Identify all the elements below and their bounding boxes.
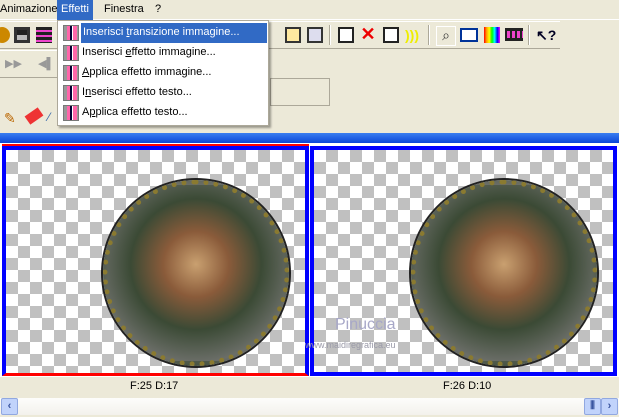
separator <box>428 25 430 45</box>
filmstrip-icon[interactable] <box>505 28 523 41</box>
menu-item-label: Inserisci effetto immagine... <box>82 46 216 58</box>
playback-toolbar: ▶▶ ◀▌ <box>0 50 60 78</box>
menu-item-label: Applica effetto testo... <box>82 106 188 118</box>
menu-effetti[interactable]: Effetti <box>57 0 93 20</box>
document-title-bar <box>0 133 619 143</box>
text-effect-icon <box>63 85 79 101</box>
animation-wizard-icon[interactable]: ))) <box>405 27 421 43</box>
info-panel <box>270 78 330 106</box>
apply-text-effect-icon <box>63 105 79 121</box>
menu-item-applica-effetto-testo[interactable]: Applica effetto testo... <box>60 103 266 123</box>
save-icon[interactable] <box>14 27 30 43</box>
frame-label: F:25 D:17 <box>130 380 179 392</box>
save-frames-icon[interactable] <box>36 27 52 43</box>
separator <box>528 25 530 45</box>
tools-toolbar: ✎ ⁄ <box>0 105 60 133</box>
menu-help[interactable]: ? <box>155 3 161 15</box>
menu-animazione[interactable]: Animazione <box>0 3 57 15</box>
fast-forward-icon[interactable]: ▶▶ <box>5 57 22 73</box>
separator <box>329 25 331 45</box>
insert-frame-icon[interactable] <box>383 27 399 43</box>
watermark-url: www.maidiregrafica.eu <box>305 340 396 350</box>
menu-item-inserisci-transizione[interactable]: Inserisci transizione immagine... <box>60 23 267 43</box>
horizontal-scrollbar[interactable]: ‹ ⦀ › <box>0 398 619 415</box>
context-help-icon[interactable]: ↖? <box>536 27 556 43</box>
scroll-thumb[interactable]: ⦀ <box>584 398 601 415</box>
duplicate-icon[interactable] <box>338 27 354 43</box>
effetti-dropdown-menu: Inserisci transizione immagine... Inseri… <box>57 20 269 126</box>
frame-properties-icon[interactable] <box>460 28 478 42</box>
menu-finestra[interactable]: Finestra <box>104 3 144 15</box>
frame-label: F:26 D:10 <box>443 380 492 392</box>
ornament-image <box>103 180 289 366</box>
brush-icon[interactable]: ✎ <box>4 110 20 126</box>
menu-item-inserisci-effetto-testo[interactable]: Inserisci effetto testo... <box>60 83 266 103</box>
eraser-icon[interactable] <box>24 107 44 125</box>
menu-item-label: Applica effetto immagine... <box>82 66 212 78</box>
delete-frame-icon[interactable]: ✕ <box>360 25 376 43</box>
menu-bar: Animazione Effetti Finestra ? <box>0 0 619 20</box>
scroll-right-button[interactable]: › <box>601 398 618 415</box>
menu-item-inserisci-effetto-immagine[interactable]: Inserisci effetto immagine... <box>60 43 266 63</box>
watermark-name: Pinuccia <box>335 316 396 333</box>
refresh-icon[interactable] <box>0 27 10 43</box>
menu-item-applica-effetto-immagine[interactable]: Applica effetto immagine... <box>60 63 266 83</box>
step-back-icon[interactable]: ◀▌ <box>38 57 54 73</box>
palette-icon[interactable] <box>484 27 500 43</box>
apply-image-effect-icon <box>63 65 79 81</box>
image-effect-icon <box>63 45 79 61</box>
menu-item-label: Inserisci effetto testo... <box>82 86 192 98</box>
frame-25[interactable] <box>2 146 309 376</box>
paste-special-icon[interactable] <box>307 27 323 43</box>
paste-icon[interactable] <box>285 27 301 43</box>
scroll-left-button[interactable]: ‹ <box>1 398 18 415</box>
zoom-icon[interactable]: ⌕ <box>436 26 456 46</box>
transition-icon <box>63 25 79 41</box>
menu-item-label: Inserisci transizione immagine... <box>81 23 267 43</box>
ornament-image <box>411 180 597 366</box>
